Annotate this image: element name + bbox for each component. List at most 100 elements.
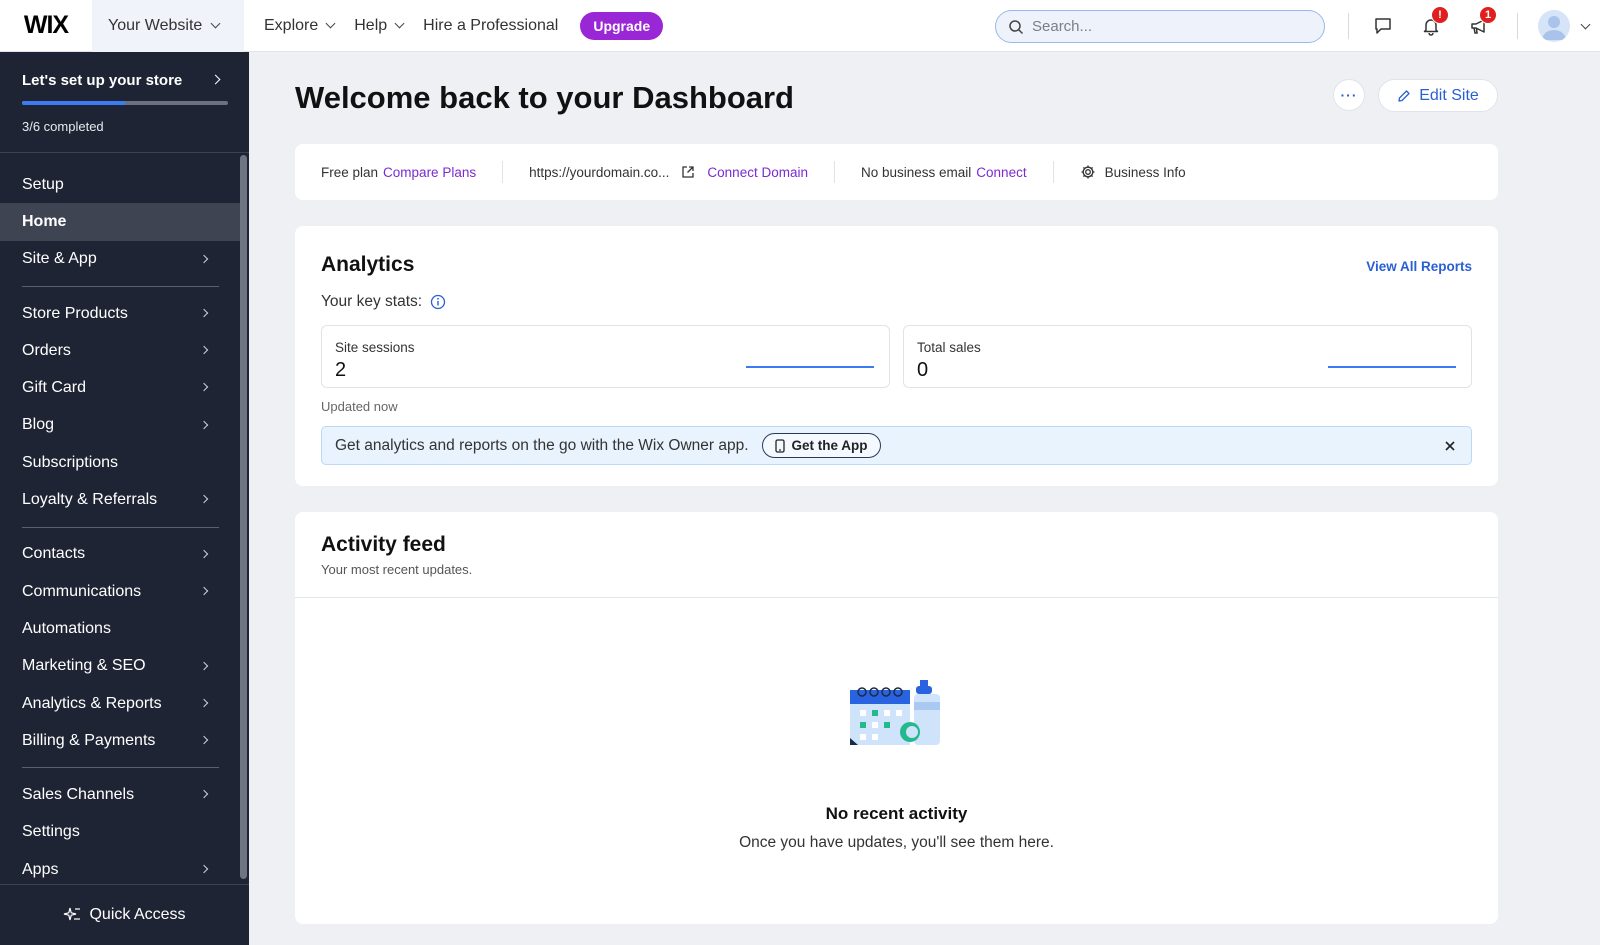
stat-label: Site sessions <box>335 340 415 355</box>
gear-icon <box>1081 165 1095 179</box>
chevron-down-icon <box>210 18 221 29</box>
chevron-down-icon <box>394 18 405 29</box>
sidebar-item-analytics-and-reports[interactable]: Analytics & Reports <box>0 685 240 722</box>
messages-button[interactable] <box>1359 0 1407 52</box>
sidebar-item-loyalty-and-referrals[interactable]: Loyalty & Referrals <box>0 481 240 518</box>
key-stats-label: Your key stats: <box>321 293 446 311</box>
chevron-right-icon <box>199 254 209 263</box>
email-status: No business email <box>860 164 972 180</box>
account-menu[interactable] <box>1538 10 1591 42</box>
sidebar-item-setup[interactable]: Setup <box>0 166 240 203</box>
chevron-right-icon <box>199 420 209 430</box>
sidebar-item-home[interactable]: Home <box>0 203 240 241</box>
announcements-badge: 1 <box>1479 6 1497 24</box>
info-icon[interactable] <box>430 294 446 310</box>
sidebar-item-sales-channels[interactable]: Sales Channels <box>0 776 240 813</box>
upgrade-button[interactable]: Upgrade <box>580 11 664 40</box>
nav-help[interactable]: Help <box>354 17 405 35</box>
nav-explore[interactable]: Explore <box>264 17 336 35</box>
chevron-down-icon <box>1580 19 1591 29</box>
sidebar-item-label: Contacts <box>22 545 86 563</box>
top-bar: WIX Your Website Explore Help Hire a Pro… <box>0 0 1600 52</box>
sidebar-item-billing-and-payments[interactable]: Billing & Payments <box>0 722 240 759</box>
divider <box>502 161 504 183</box>
plan-label: Free plan <box>321 164 379 180</box>
notifications-button[interactable]: ! <box>1407 0 1455 52</box>
external-link-icon[interactable] <box>681 165 695 179</box>
quick-access-button[interactable]: Quick Access <box>0 884 249 945</box>
more-actions-button[interactable]: ··· <box>1333 79 1365 111</box>
sidebar-item-label: Setup <box>22 175 64 193</box>
sidebar-item-site-and-app[interactable]: Site & App <box>0 241 240 278</box>
domain-url: https://yourdomain.co... <box>529 164 670 180</box>
sidebar-item-label: Subscriptions <box>22 453 119 471</box>
view-all-reports-link[interactable]: View All Reports <box>1366 259 1472 274</box>
chevron-right-icon <box>199 495 209 504</box>
sidebar-item-label: Orders <box>22 341 71 359</box>
chevron-right-icon <box>199 864 209 874</box>
banner-text: Get analytics and reports on the go with… <box>335 436 749 454</box>
activity-title: Activity feed <box>321 533 446 556</box>
chevron-right-icon <box>199 735 209 745</box>
site-name: Your Website <box>108 16 203 34</box>
sidebar-item-label: Sales Channels <box>22 786 135 804</box>
sidebar-item-contacts[interactable]: Contacts <box>0 536 240 573</box>
sidebar-item-apps[interactable]: Apps <box>0 851 240 888</box>
sidebar-item-automations[interactable]: Automations <box>0 610 240 647</box>
announcements-button[interactable]: 1 <box>1455 0 1503 52</box>
sidebar-item-subscriptions[interactable]: Subscriptions <box>0 444 240 481</box>
nav-hire-label: Hire a Professional <box>423 16 559 34</box>
sidebar-item-label: Communications <box>22 582 142 600</box>
sidebar-item-label: Marketing & SEO <box>22 657 146 675</box>
sidebar-item-settings[interactable]: Settings <box>0 814 240 851</box>
close-icon[interactable] <box>1443 439 1457 453</box>
sidebar-item-gift-card[interactable]: Gift Card <box>0 369 240 406</box>
store-setup-widget[interactable]: Let's set up your store 3/6 completed <box>0 52 249 153</box>
stat-label: Total sales <box>917 340 981 355</box>
chevron-right-icon <box>199 790 209 799</box>
sidebar-item-blog[interactable]: Blog <box>0 407 240 444</box>
sidebar-item-label: Apps <box>22 860 59 878</box>
menu-spacer <box>0 153 240 166</box>
updated-status: Updated now <box>321 399 398 414</box>
chevron-right-icon <box>199 661 209 670</box>
chevron-right-icon <box>199 308 209 318</box>
edit-site-label: Edit Site <box>1419 86 1479 104</box>
sidebar-item-label: Automations <box>22 619 111 637</box>
search-input[interactable] <box>1032 18 1302 35</box>
sidebar-item-label: Billing & Payments <box>22 731 156 749</box>
menu-divider <box>22 285 219 287</box>
activity-feed-card: Activity feed Your most recent updates. <box>295 512 1498 924</box>
sidebar-item-store-products[interactable]: Store Products <box>0 295 240 332</box>
calendar-illustration-icon <box>850 680 940 745</box>
nav-hire-professional[interactable]: Hire a Professional <box>423 17 558 35</box>
empty-state-subtitle: Once you have updates, you'll see them h… <box>739 834 1054 851</box>
sidebar-item-communications[interactable]: Communications <box>0 573 240 610</box>
wix-logo[interactable]: WIX <box>0 0 92 52</box>
sidebar-item-orders[interactable]: Orders <box>0 332 240 369</box>
avatar <box>1538 10 1570 42</box>
connect-domain-link[interactable]: Connect Domain <box>707 165 808 180</box>
sidebar-item-marketing-and-seo[interactable]: Marketing & SEO <box>0 648 240 685</box>
get-the-app-label: Get the App <box>791 438 868 453</box>
site-selector[interactable]: Your Website <box>92 0 244 52</box>
sidebar-scrollbar[interactable] <box>240 155 247 879</box>
business-info-link[interactable]: Business Info <box>1105 165 1186 180</box>
stat-site-sessions[interactable]: Site sessions 2 <box>321 325 890 388</box>
sparkline <box>746 366 874 368</box>
compare-plans-link[interactable]: Compare Plans <box>383 165 476 180</box>
search-box[interactable] <box>995 10 1325 43</box>
activity-subtitle: Your most recent updates. <box>321 562 473 577</box>
get-the-app-button[interactable]: Get the App <box>761 433 881 458</box>
connect-email-link[interactable]: Connect <box>976 165 1026 180</box>
chevron-right-icon <box>199 586 209 596</box>
analytics-title: Analytics <box>321 253 415 276</box>
divider <box>1517 13 1518 39</box>
chevron-right-icon <box>199 383 209 392</box>
analytics-card: Analytics View All Reports Your key stat… <box>295 226 1498 486</box>
stat-total-sales[interactable]: Total sales 0 <box>903 325 1472 388</box>
chevron-right-icon <box>199 345 209 355</box>
sidebar-item-label: Blog <box>22 416 55 434</box>
setup-count: 3/6 completed <box>22 119 104 134</box>
edit-site-button[interactable]: Edit Site <box>1378 79 1498 112</box>
